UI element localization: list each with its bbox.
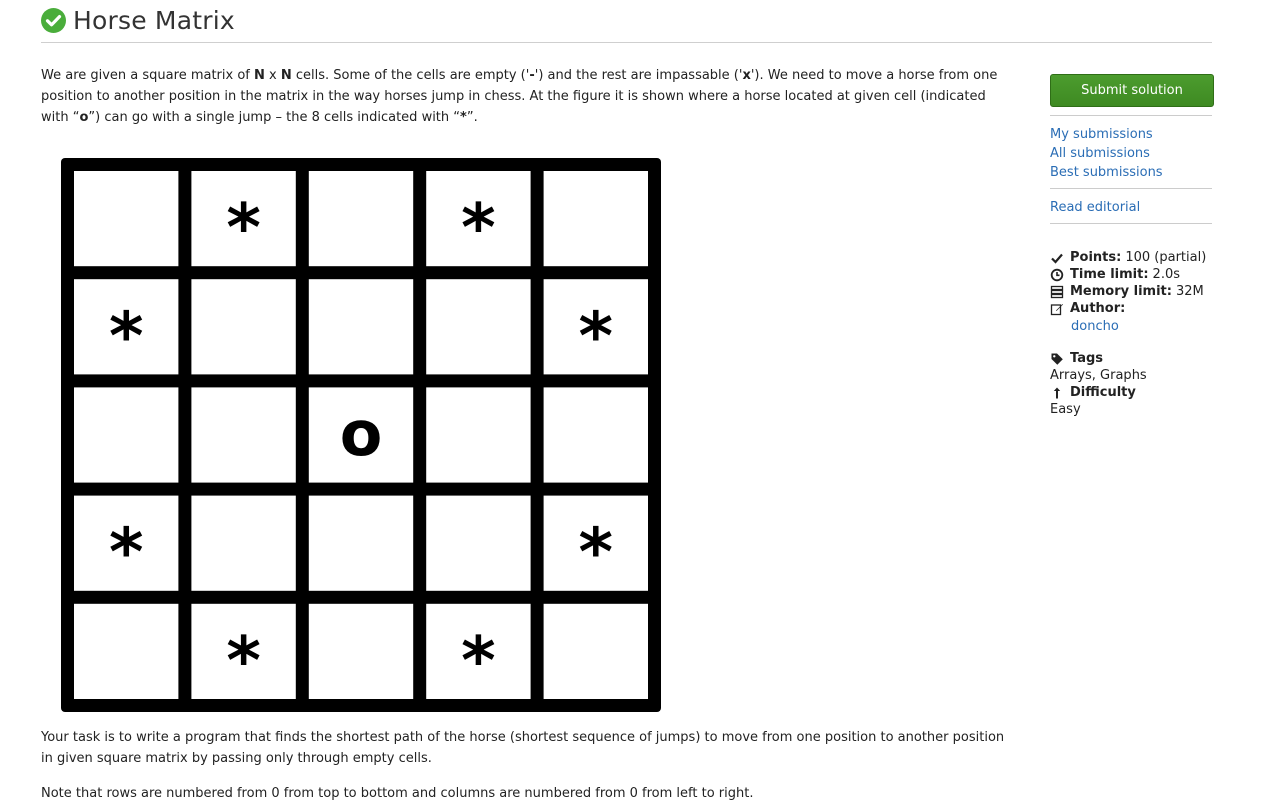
- board-cell: [191, 495, 296, 591]
- board-cell: [308, 279, 414, 375]
- board-cell: [543, 171, 648, 267]
- problem-statement-task: Your task is to write a program that fin…: [41, 730, 1005, 766]
- author-link[interactable]: doncho: [1050, 317, 1214, 336]
- memory-limit-value: 32M: [1175, 284, 1204, 299]
- board-cell: [426, 495, 531, 591]
- memory-limit-row: Memory limit: 32M: [1050, 283, 1214, 300]
- check-icon: [1050, 251, 1064, 265]
- time-limit-label: Time limit:: [1070, 267, 1149, 282]
- board-cell: [426, 387, 531, 483]
- server-icon: [1050, 285, 1064, 299]
- submit-solution-button[interactable]: Submit solution: [1050, 74, 1214, 107]
- memory-limit-label: Memory limit:: [1070, 284, 1172, 299]
- all-submissions-link[interactable]: All submissions: [1050, 144, 1214, 163]
- author-row: Author:: [1050, 300, 1214, 317]
- jump-target-marker: *: [579, 514, 614, 591]
- problem-statement-intro: We are given a square matrix of N x N ce…: [41, 68, 998, 125]
- difficulty-value: Easy: [1050, 402, 1081, 417]
- sidebar-divider: [1050, 115, 1212, 116]
- time-limit-row: Time limit: 2.0s: [1050, 266, 1214, 283]
- board-cell: [191, 387, 296, 483]
- tag-icon: [1050, 352, 1064, 366]
- board-cell: [543, 603, 648, 699]
- clock-icon: [1050, 268, 1064, 282]
- jump-target-marker: *: [226, 190, 261, 267]
- tags-label: Tags: [1070, 351, 1104, 366]
- page-title: Horse Matrix: [73, 5, 235, 35]
- board-cell: [308, 495, 414, 591]
- points-label: Points:: [1070, 250, 1122, 265]
- best-submissions-link[interactable]: Best submissions: [1050, 163, 1214, 182]
- board-cell: [74, 171, 179, 267]
- read-editorial-link[interactable]: Read editorial: [1050, 198, 1214, 217]
- board-cell: [308, 171, 414, 267]
- title-divider: [41, 42, 1212, 43]
- tags-header: Tags: [1050, 350, 1214, 367]
- jump-target-marker: *: [579, 298, 614, 375]
- knight-board: * * * * o * * * *: [61, 158, 661, 712]
- submission-links: My submissions All submissions Best subm…: [1050, 125, 1214, 182]
- problem-statement-note: Note that rows are numbered from 0 from …: [41, 786, 754, 801]
- problem-info: Points: 100 (partial) Time limit: 2.0s M…: [1050, 249, 1214, 418]
- jump-target-marker: *: [461, 190, 496, 267]
- jump-target-marker: *: [109, 298, 144, 375]
- points-row: Points: 100 (partial): [1050, 249, 1214, 266]
- sidebar-divider: [1050, 223, 1212, 224]
- knight-moves-figure: * * * * o * * * *: [61, 158, 661, 712]
- board-cell: [191, 279, 296, 375]
- board-cell: [543, 387, 648, 483]
- solved-check-icon: [41, 7, 66, 33]
- difficulty-label: Difficulty: [1070, 385, 1136, 400]
- edit-icon: [1050, 302, 1064, 316]
- jump-target-marker: *: [109, 514, 144, 591]
- jump-target-marker: *: [226, 622, 261, 699]
- my-submissions-link[interactable]: My submissions: [1050, 125, 1214, 144]
- board-cell: [74, 387, 179, 483]
- difficulty-header: Difficulty: [1050, 384, 1214, 401]
- arrow-up-icon: [1050, 386, 1064, 400]
- board-cell: [426, 279, 531, 375]
- points-value: 100 (partial): [1125, 250, 1207, 265]
- tags-value: Arrays, Graphs: [1050, 368, 1147, 383]
- time-limit-value: 2.0s: [1152, 267, 1180, 282]
- problem-sidebar: Submit solution My submissions All submi…: [1050, 74, 1214, 418]
- author-label: Author:: [1070, 301, 1126, 316]
- page-header: Horse Matrix: [41, 4, 235, 36]
- sidebar-divider: [1050, 188, 1212, 189]
- board-cell: [74, 603, 179, 699]
- board-cell: [308, 603, 414, 699]
- editorial-links: Read editorial: [1050, 198, 1214, 217]
- jump-target-marker: *: [461, 622, 496, 699]
- horse-position-marker: o: [340, 397, 383, 470]
